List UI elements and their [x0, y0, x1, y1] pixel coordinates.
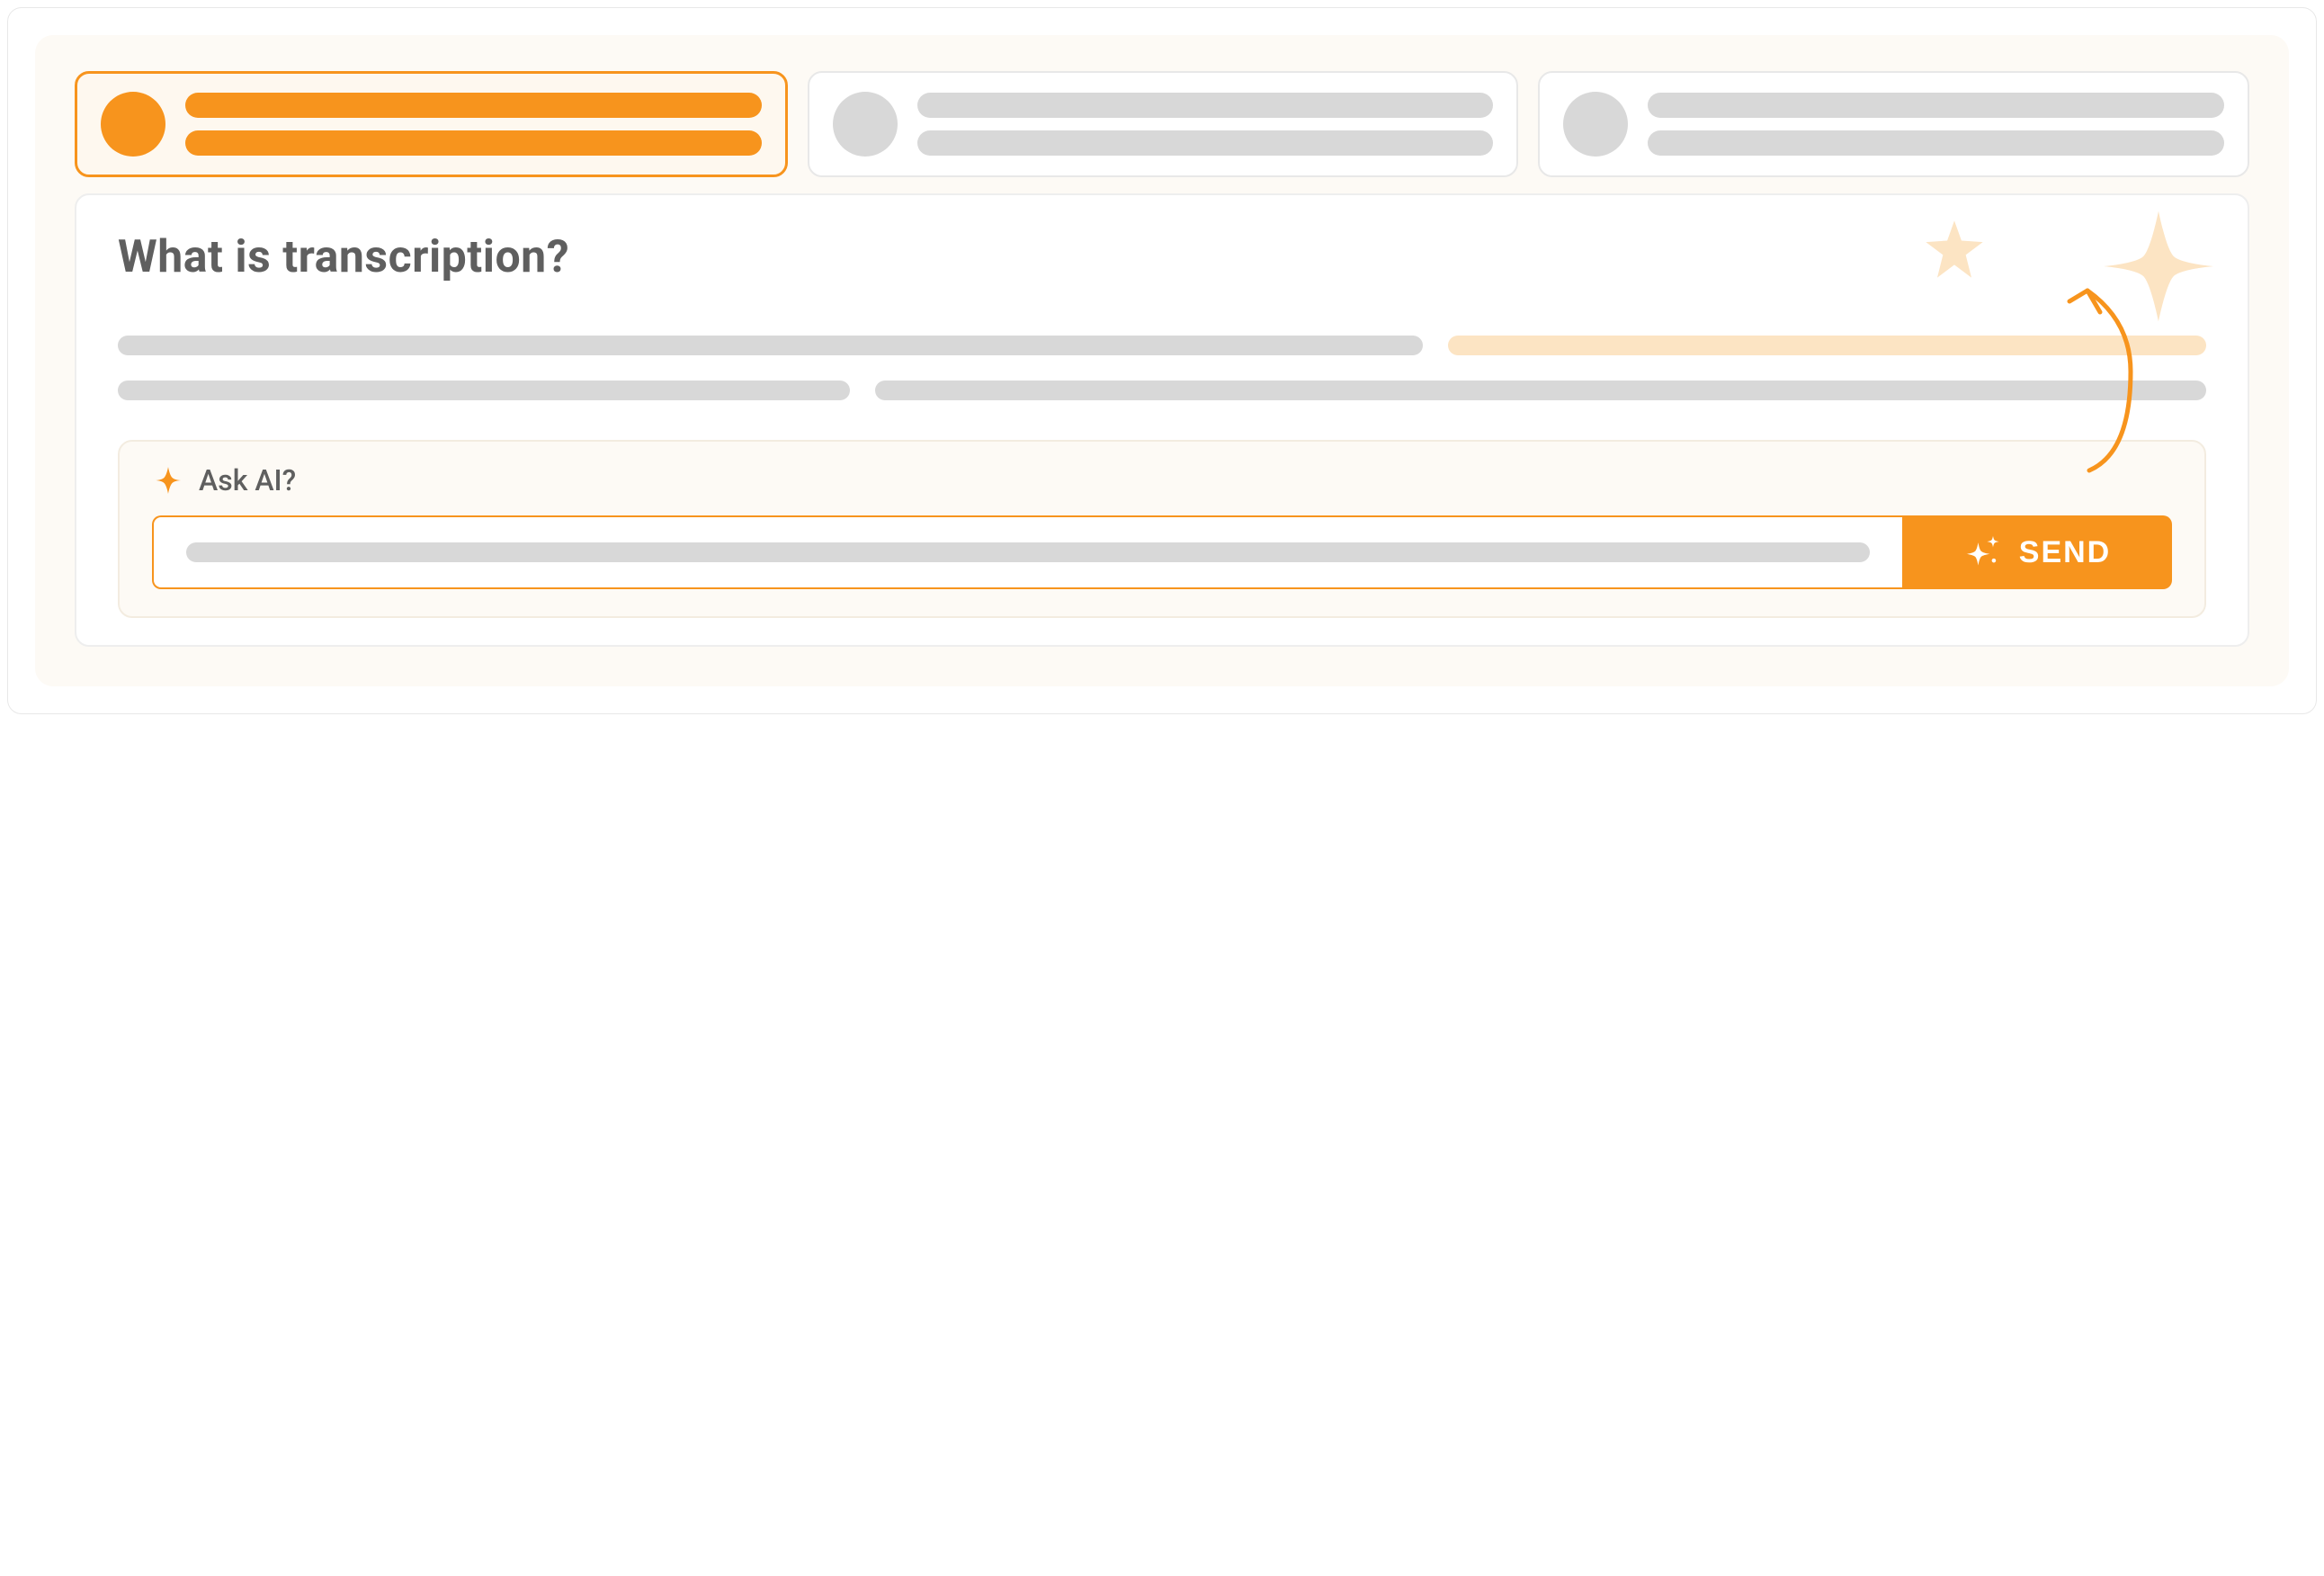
inner-frame: What is transcription? — [35, 35, 2289, 686]
content-lines — [118, 336, 2206, 400]
tab-avatar-placeholder — [833, 92, 898, 157]
star-large-icon — [2098, 206, 2219, 327]
placeholder-line — [185, 93, 762, 118]
ask-ai-label: Ask AI? — [199, 463, 296, 497]
placeholder-line — [185, 130, 762, 156]
tab-card-2[interactable] — [808, 71, 1519, 177]
tab-lines-placeholder — [1648, 93, 2224, 156]
placeholder-line — [917, 130, 1494, 156]
tab-card-1[interactable] — [75, 71, 788, 177]
placeholder-line — [118, 336, 1423, 355]
tab-lines-placeholder — [185, 93, 762, 156]
highlighted-line — [1448, 336, 2206, 355]
placeholder-line — [1648, 130, 2224, 156]
ask-ai-input[interactable] — [152, 515, 1902, 589]
tabs-row — [75, 71, 2249, 177]
tab-card-3[interactable] — [1538, 71, 2249, 177]
tab-avatar-placeholder — [1563, 92, 1628, 157]
ask-ai-header: Ask AI? — [152, 463, 2172, 497]
ask-ai-panel: Ask AI? SEND — [118, 440, 2206, 618]
page-title: What is transcription? — [118, 231, 2206, 283]
send-button-label: SEND — [2019, 535, 2111, 570]
star-small-icon — [1920, 215, 1989, 283]
sparkle-icon — [152, 464, 184, 497]
tab-avatar-placeholder — [101, 92, 165, 157]
sparkles-icon — [1963, 533, 2003, 572]
placeholder-line — [1648, 93, 2224, 118]
content-line-row — [118, 381, 2206, 400]
input-placeholder-line — [186, 542, 1870, 562]
placeholder-line — [875, 381, 2206, 400]
content-panel: What is transcription? — [75, 193, 2249, 647]
ask-ai-input-row: SEND — [152, 515, 2172, 589]
send-button[interactable]: SEND — [1902, 515, 2172, 589]
placeholder-line — [917, 93, 1494, 118]
outer-frame: What is transcription? — [7, 7, 2317, 714]
content-line-row — [118, 336, 2206, 355]
tab-lines-placeholder — [917, 93, 1494, 156]
content-header: What is transcription? — [118, 231, 2206, 283]
placeholder-line — [118, 381, 850, 400]
